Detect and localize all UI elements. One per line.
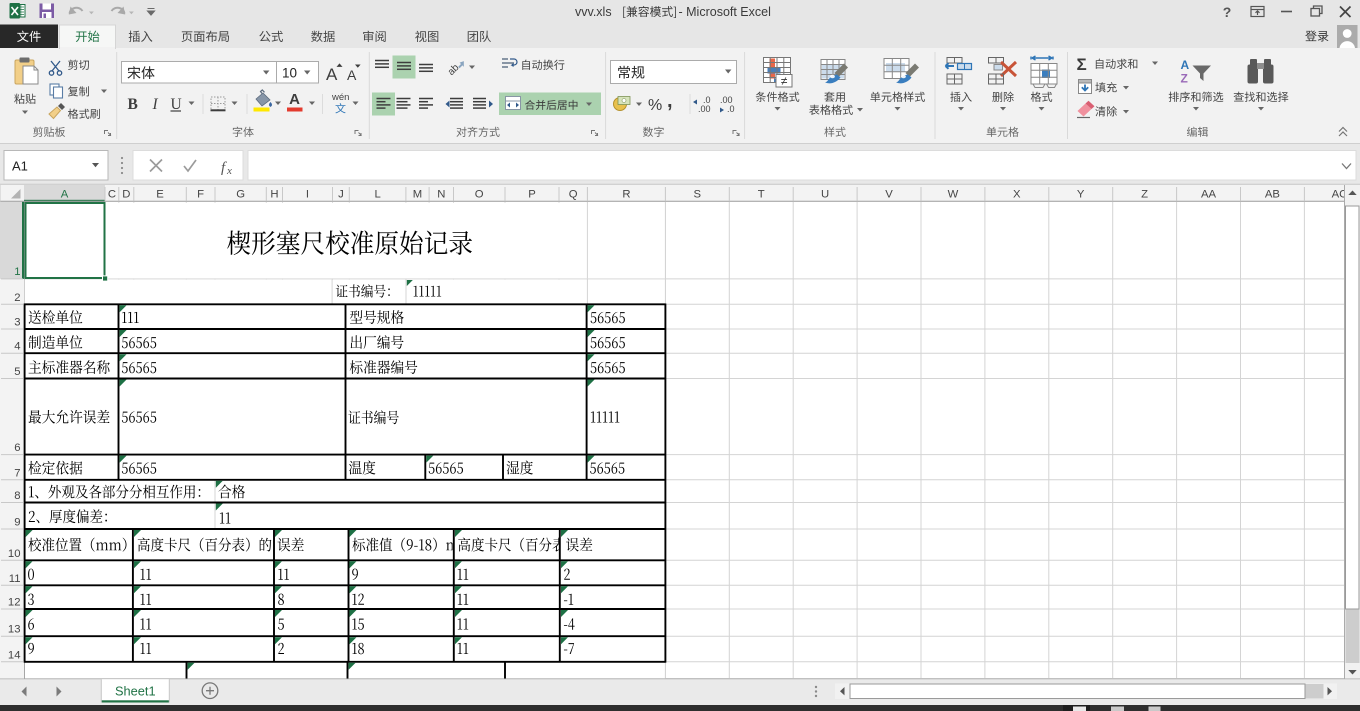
svg-text:12: 12	[8, 597, 21, 609]
svg-text:x: x	[226, 165, 232, 177]
svg-text:Y: Y	[1077, 188, 1085, 200]
svg-text:Q: Q	[569, 188, 578, 200]
svg-text:A: A	[61, 188, 69, 200]
svg-text:11: 11	[9, 573, 21, 585]
svg-text:F: F	[197, 188, 204, 200]
svg-text:3: 3	[14, 317, 20, 329]
svg-text:V: V	[885, 188, 893, 200]
svg-text:A: A	[326, 65, 338, 84]
svg-text:A1: A1	[12, 159, 28, 174]
svg-text:,: ,	[667, 90, 673, 112]
svg-text:Sheet1: Sheet1	[115, 684, 156, 699]
svg-text:O: O	[475, 188, 484, 200]
svg-text:vvv.xls: vvv.xls	[575, 5, 612, 19]
svg-text:P: P	[528, 188, 536, 200]
svg-text:4: 4	[14, 341, 20, 353]
svg-text:7: 7	[14, 467, 20, 479]
svg-text:S: S	[694, 188, 702, 200]
svg-text:B: B	[128, 96, 138, 113]
svg-text:Z: Z	[1181, 72, 1188, 86]
svg-text:A: A	[289, 91, 300, 108]
svg-text:C: C	[108, 188, 116, 200]
svg-text:8: 8	[14, 490, 20, 502]
svg-text:13: 13	[8, 624, 21, 636]
svg-text:R: R	[622, 188, 630, 200]
svg-text:D: D	[122, 188, 130, 200]
svg-text:14: 14	[8, 649, 21, 661]
svg-text:L: L	[374, 188, 380, 200]
svg-text:T: T	[758, 188, 765, 200]
svg-text:10: 10	[282, 66, 297, 81]
svg-text:A: A	[1181, 58, 1190, 72]
svg-text:Σ: Σ	[1077, 55, 1087, 74]
svg-text:W: W	[948, 188, 959, 200]
svg-text:- Microsoft Excel: - Microsoft Excel	[679, 5, 771, 19]
svg-text:?: ?	[1223, 4, 1232, 20]
svg-text:.0: .0	[727, 104, 735, 114]
svg-text:I: I	[152, 96, 159, 113]
svg-text:I: I	[306, 188, 309, 200]
svg-text:9: 9	[14, 517, 20, 529]
svg-text:5: 5	[14, 366, 20, 378]
svg-text:U: U	[821, 188, 829, 200]
svg-text:H: H	[270, 188, 278, 200]
svg-text:X: X	[1013, 188, 1021, 200]
svg-text:N: N	[437, 188, 445, 200]
svg-text:AA: AA	[1201, 188, 1217, 200]
svg-text:E: E	[156, 188, 164, 200]
svg-text:.00: .00	[698, 104, 711, 114]
svg-text:6: 6	[14, 442, 20, 454]
svg-text:%: %	[648, 97, 662, 114]
svg-text:≠: ≠	[781, 74, 788, 88]
svg-text:wén: wén	[331, 92, 349, 103]
svg-text:A: A	[347, 67, 357, 83]
svg-text:1: 1	[14, 266, 20, 278]
svg-text:M: M	[413, 188, 422, 200]
svg-text:Z: Z	[1141, 188, 1148, 200]
svg-text:2: 2	[14, 292, 20, 304]
svg-text:J: J	[338, 188, 344, 200]
svg-text:G: G	[236, 188, 245, 200]
svg-text:AB: AB	[1265, 188, 1280, 200]
svg-text:10: 10	[8, 548, 21, 560]
